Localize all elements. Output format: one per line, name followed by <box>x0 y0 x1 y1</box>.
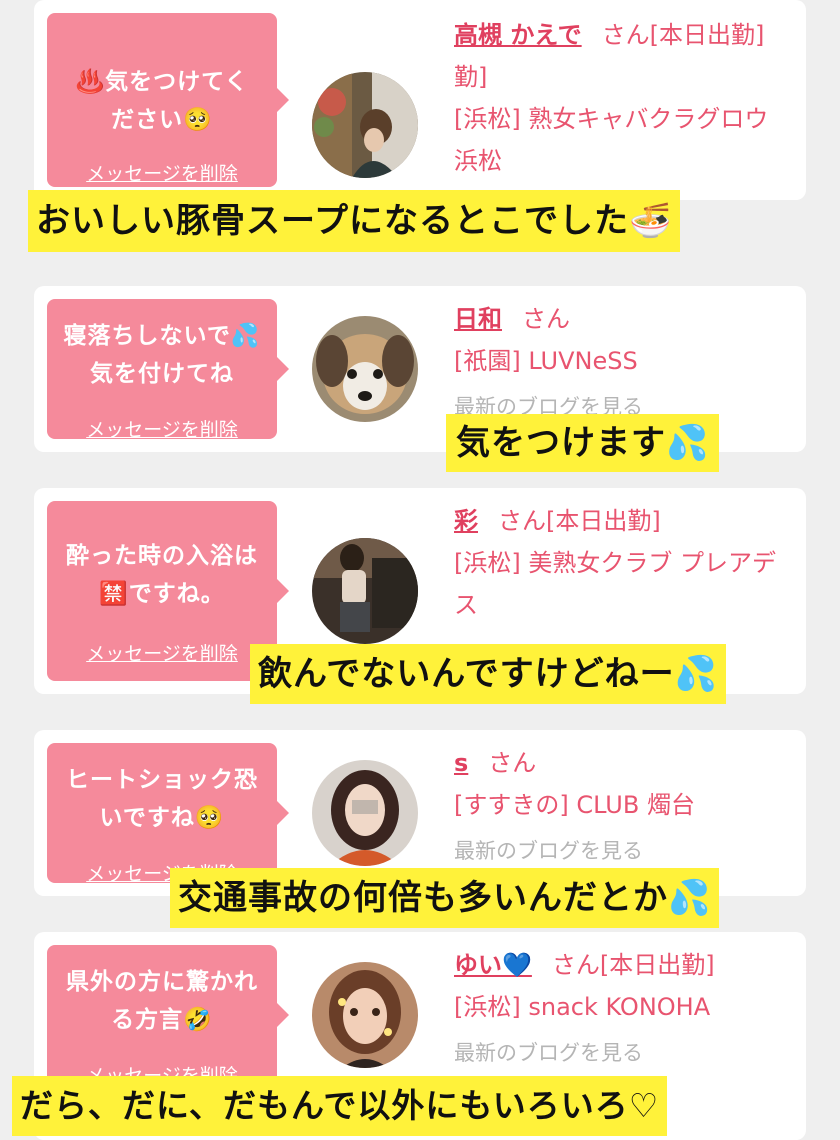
message-bubble: 県外の方に驚かれる方言🤣 メッセージを削除 <box>47 945 289 1087</box>
shop-name[interactable]: [祇園] LUVNeSS <box>454 340 794 382</box>
cast-name-link[interactable]: 彩 <box>454 507 478 535</box>
name-suffix: さん[本日出勤] <box>601 21 765 49</box>
cast-name-link[interactable]: 日和 <box>454 305 502 333</box>
profile-info: 彩さん[本日出勤] [浜松] 美熟女クラブ プレアデス <box>454 500 794 626</box>
name-suffix: さん <box>488 749 537 777</box>
delete-message-link[interactable]: メッセージを削除 <box>47 639 277 666</box>
overlay-caption: 気をつけます💦 <box>446 414 720 472</box>
message-bubble: ヒートショック恐いですね🥺 メッセージを削除 <box>47 743 289 885</box>
cast-name-link[interactable]: s <box>454 749 468 777</box>
avatar[interactable] <box>312 72 418 178</box>
message-card: ♨️気をつけてください🥺 メッセージを削除 高槻 かえで さん[本日出勤] 勤] … <box>34 0 806 200</box>
message-bubble: 寝落ちしないで💦気を付けてね メッセージを削除 <box>47 299 289 442</box>
name-suffix: さん <box>522 305 570 333</box>
profile-info: 日和 さん [祇園] LUVNeSS 最新のブログを見る <box>454 298 794 428</box>
profile-info: ゆい💙 さん[本日出勤] [浜松] snack KONOHA 最新のブログを見る <box>454 944 794 1074</box>
cast-name-link[interactable]: ゆい💙 <box>454 951 532 979</box>
avatar[interactable] <box>312 760 418 866</box>
avatar[interactable] <box>312 962 418 1068</box>
latest-blog-link[interactable]: 最新のブログを見る <box>454 1032 794 1074</box>
profile-info: 高槻 かえで さん[本日出勤] 勤] [浜松] 熟女キャバクラグロウ 浜松 <box>454 14 794 182</box>
overlay-caption: 交通事故の何倍も多いんだとか💦 <box>170 868 720 928</box>
latest-blog-link[interactable]: 最新のブログを見る <box>454 830 794 872</box>
delete-message-link[interactable]: メッセージを削除 <box>47 159 277 186</box>
message-text: ♨️気をつけてください🥺 <box>75 69 249 133</box>
message-text: 酔った時の入浴は🈲ですね。 <box>66 543 258 607</box>
cast-name-link[interactable]: 高槻 かえで <box>454 21 582 49</box>
message-text: 寝落ちしないで💦気を付けてね <box>63 323 261 387</box>
shop-name[interactable]: [浜松] 美熟女クラブ プレアデス <box>454 542 794 626</box>
shop-name[interactable]: [すすきの] CLUB 燭台 <box>454 784 794 826</box>
message-bubble: ♨️気をつけてください🥺 メッセージを削除 <box>47 13 289 187</box>
name-suffix: さん[本日出勤] <box>551 951 715 979</box>
delete-message-link[interactable]: メッセージを削除 <box>47 415 277 442</box>
shop-name[interactable]: [浜松] 熟女キャバクラグロウ 浜松 <box>454 98 794 182</box>
message-text: ヒートショック恐いですね🥺 <box>66 767 258 831</box>
shop-name[interactable]: [浜松] snack KONOHA <box>454 986 794 1028</box>
avatar[interactable] <box>312 316 418 422</box>
profile-info: s さん [すすきの] CLUB 燭台 最新のブログを見る <box>454 742 794 872</box>
avatar[interactable] <box>312 538 418 644</box>
message-text: 県外の方に驚かれる方言🤣 <box>66 969 258 1033</box>
overlay-caption: 飲んでないんですけどねー💦 <box>250 644 726 704</box>
name-suffix: さん[本日出勤] <box>498 507 661 535</box>
message-bubble: 酔った時の入浴は🈲ですね。 メッセージを削除 <box>47 501 289 681</box>
overlay-caption: だら、だに、だもんで以外にもいろいろ♡ <box>12 1076 668 1136</box>
overlay-caption: おいしい豚骨スープになるとこでした🍜 <box>28 190 681 252</box>
